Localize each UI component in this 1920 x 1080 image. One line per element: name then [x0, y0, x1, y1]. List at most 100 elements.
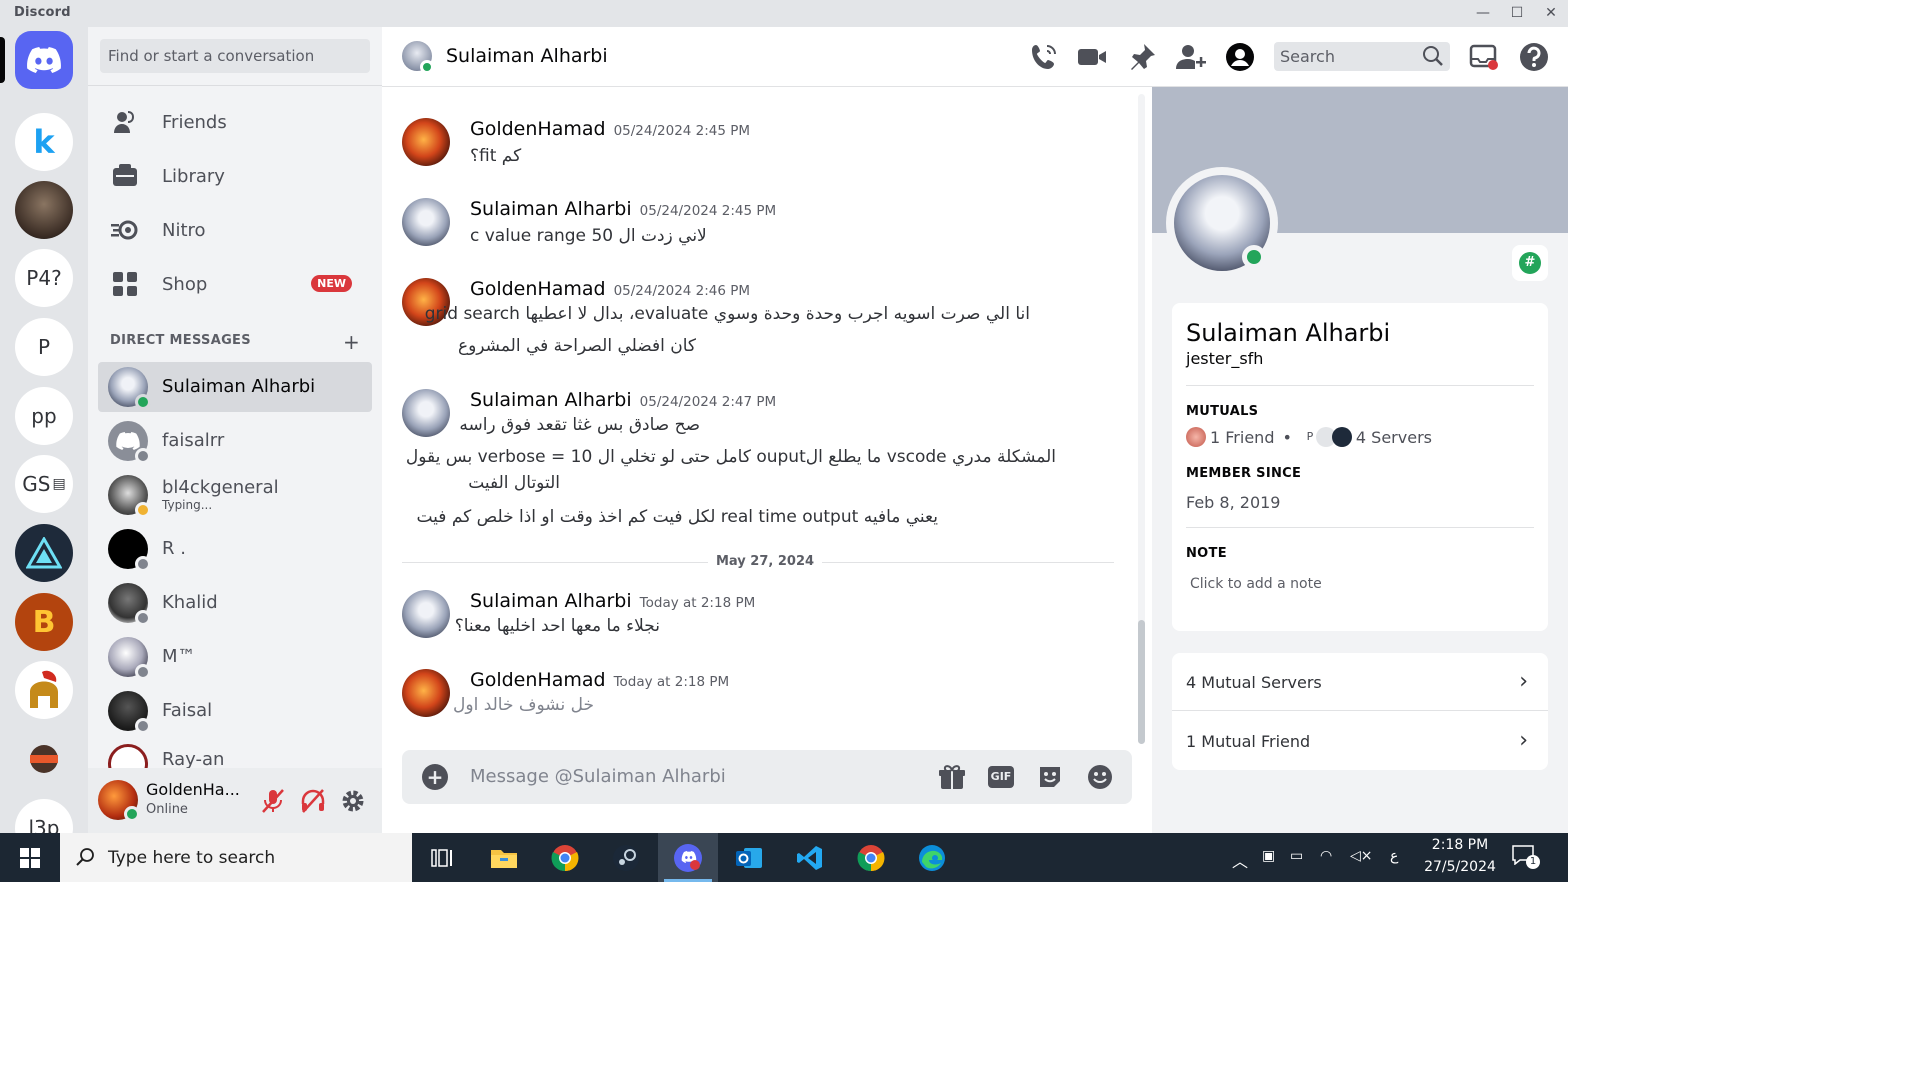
create-dm-button[interactable]: + — [343, 330, 360, 354]
outlook-button[interactable] — [719, 833, 779, 882]
file-explorer-button[interactable] — [474, 833, 534, 882]
add-friends-to-dm-icon[interactable] — [1174, 41, 1206, 73]
author-name: GoldenHamad — [470, 278, 606, 300]
message-author[interactable]: Sulaiman Alharbi 05/24/2024 2:45 PM — [470, 198, 776, 220]
close-button[interactable]: ✕ — [1534, 0, 1568, 27]
nav-nitro[interactable]: Nitro — [98, 208, 372, 252]
mutual-servers-row[interactable]: 4 Mutual Servers › — [1172, 653, 1548, 711]
author-avatar[interactable] — [402, 198, 450, 246]
volume-muted-icon[interactable]: ◁× — [1350, 848, 1373, 864]
nav-label: Shop — [162, 273, 208, 295]
dm-item-sulaiman[interactable]: Sulaiman Alharbi — [98, 362, 372, 412]
dm-item-rayan[interactable]: Ray-an — [98, 740, 372, 768]
avatar — [108, 744, 148, 768]
settings-gear-icon[interactable] — [340, 788, 366, 814]
dm-name: Faisal — [162, 700, 213, 721]
chevron-right-icon: › — [1519, 669, 1528, 694]
author-name: GoldenHamad — [470, 118, 606, 140]
message-author[interactable]: GoldenHamad 05/24/2024 2:45 PM — [470, 118, 750, 140]
dm-search-input[interactable]: Find or start a conversation — [100, 39, 370, 73]
server-photo[interactable] — [15, 181, 73, 239]
task-view-button[interactable] — [412, 833, 472, 882]
message-author[interactable]: Sulaiman Alharbi Today at 2:18 PM — [470, 590, 755, 612]
server-l3p[interactable]: l3p — [15, 799, 73, 833]
message-author[interactable]: GoldenHamad Today at 2:18 PM — [470, 669, 729, 691]
server-p[interactable]: P — [15, 318, 73, 376]
chrome-button[interactable] — [535, 833, 595, 882]
server-b[interactable]: B — [15, 593, 73, 651]
pin-icon[interactable] — [1126, 41, 1158, 73]
message-text: نجلاء ما معها احد اخليها معنا؟ — [454, 616, 660, 636]
wifi-icon[interactable]: ◠ — [1320, 848, 1332, 864]
steam-button[interactable] — [596, 833, 656, 882]
profile-panel: # Sulaiman Alharbi jester_sfh MUTUALS 1 … — [1152, 87, 1568, 833]
deafen-headphones-icon[interactable] — [300, 788, 326, 814]
nav-library[interactable]: Library — [98, 154, 372, 198]
message-author[interactable]: Sulaiman Alharbi 05/24/2024 2:47 PM — [470, 389, 776, 411]
taskbar-search[interactable]: Type here to search — [60, 833, 412, 882]
inbox-icon[interactable] — [1468, 41, 1500, 73]
author-avatar[interactable] — [402, 590, 450, 638]
help-icon[interactable] — [1518, 41, 1550, 73]
clock-date[interactable]: 27/5/2024 — [1420, 859, 1500, 875]
member-since-date: Feb 8, 2019 — [1186, 493, 1281, 512]
sticker-icon[interactable] — [1036, 763, 1064, 791]
dm-item-khalid[interactable]: Khalid — [98, 578, 372, 628]
message-input[interactable]: Message @Sulaiman Alharbi — [470, 766, 726, 787]
mutual-friends-row[interactable]: 1 Mutual Friend › — [1172, 712, 1548, 770]
server-label: l3p — [28, 816, 60, 833]
divider — [1186, 385, 1534, 386]
battery-icon[interactable]: ▭ — [1290, 848, 1303, 864]
scrollbar-thumb[interactable] — [1138, 620, 1145, 744]
meet-now-icon[interactable]: ▣ — [1262, 848, 1275, 864]
video-call-icon[interactable] — [1076, 41, 1108, 73]
selected-indicator — [0, 37, 5, 83]
online-status-icon — [124, 806, 140, 822]
message-timestamp: Today at 2:18 PM — [639, 595, 756, 611]
chrome-button-2[interactable] — [841, 833, 901, 882]
dm-item-m[interactable]: M™ — [98, 632, 372, 682]
message-author[interactable]: GoldenHamad 05/24/2024 2:46 PM — [470, 278, 750, 300]
gif-button[interactable]: GIF — [988, 766, 1014, 788]
message-text: التوتال الفيت — [468, 473, 560, 493]
dm-item-r[interactable]: R . — [98, 524, 372, 574]
start-button[interactable] — [0, 833, 60, 882]
note-input[interactable]: Click to add a note — [1190, 576, 1322, 592]
mute-microphone-icon[interactable] — [260, 788, 286, 814]
edge-button[interactable] — [902, 833, 962, 882]
dm-item-faisal[interactable]: Faisal — [98, 686, 372, 736]
mutual-list: 4 Mutual Servers › 1 Mutual Friend › — [1172, 653, 1548, 770]
nav-shop[interactable]: Shop NEW — [98, 262, 372, 306]
server-spartan[interactable] — [15, 661, 73, 719]
profile-badge[interactable]: # — [1512, 245, 1548, 281]
notifications-button[interactable]: 1 — [1512, 845, 1540, 869]
mutuals-row[interactable]: 1 Friend • P 4 Servers — [1186, 427, 1432, 447]
gift-icon[interactable] — [938, 763, 966, 791]
minimize-button[interactable]: — — [1466, 0, 1500, 27]
dm-item-faisalrr[interactable]: faisalrr — [98, 416, 372, 466]
server-triangle[interactable] — [15, 524, 73, 582]
upload-plus-button[interactable]: + — [422, 764, 448, 790]
home-button[interactable] — [15, 31, 73, 89]
server-k[interactable]: k — [15, 113, 73, 171]
author-avatar[interactable] — [402, 389, 450, 437]
voice-call-icon[interactable] — [1028, 41, 1060, 73]
dm-item-bl4ckgeneral[interactable]: bl4ckgeneral Typing... — [98, 470, 372, 520]
input-language[interactable]: ع — [1390, 848, 1398, 864]
maximize-button[interactable]: ☐ — [1500, 0, 1534, 27]
show-hidden-icons-chevron-icon[interactable]: ︿ — [1232, 848, 1248, 872]
server-eet[interactable] — [15, 730, 73, 788]
server-gs[interactable]: GS ▤ — [15, 455, 73, 513]
author-avatar[interactable] — [402, 118, 450, 166]
server-pp[interactable]: pp — [15, 387, 73, 445]
author-avatar[interactable] — [402, 669, 450, 717]
server-p4[interactable]: P4? — [15, 249, 73, 307]
user-profile-icon[interactable] — [1224, 41, 1256, 73]
discord-taskbar-button[interactable] — [658, 833, 718, 882]
emoji-icon[interactable] — [1086, 763, 1114, 791]
nav-friends[interactable]: Friends — [98, 100, 372, 144]
dm-name: Ray-an — [162, 749, 225, 769]
chat-header: Sulaiman Alharbi Search — [382, 27, 1568, 87]
vscode-button[interactable] — [780, 833, 840, 882]
clock-time[interactable]: 2:18 PM — [1420, 837, 1500, 853]
